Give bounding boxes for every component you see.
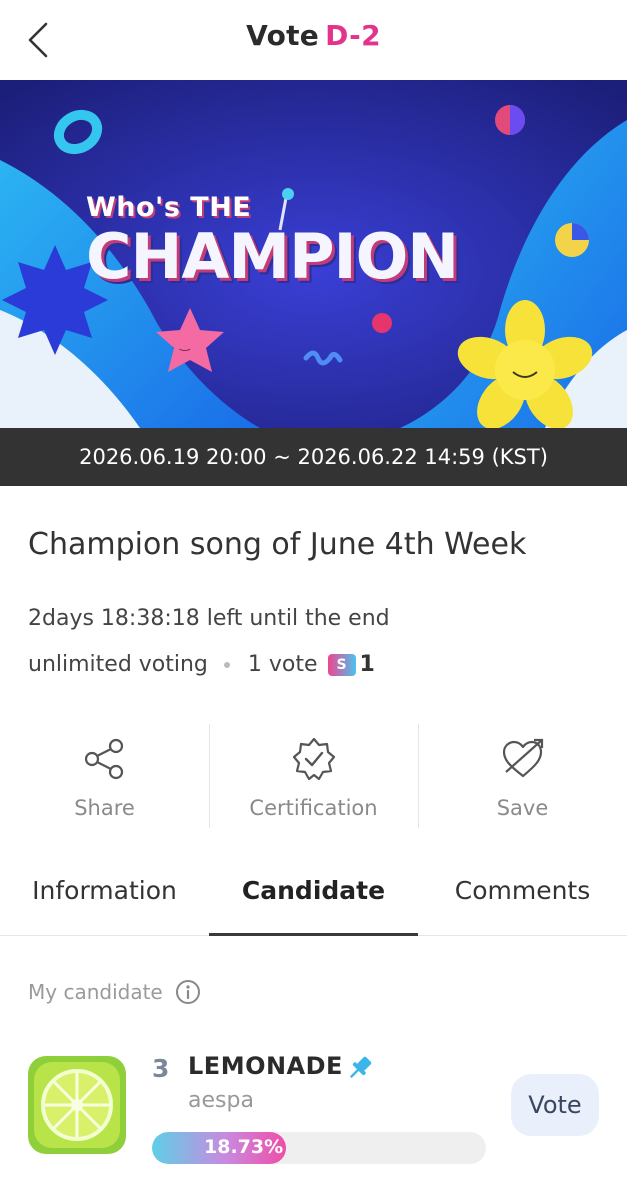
ticket-icon: S [327, 653, 356, 676]
album-cover [28, 1056, 126, 1154]
action-bar: Share Certification Save [0, 722, 627, 830]
vote-button[interactable]: Vote [511, 1074, 599, 1136]
banner-small-title: Who's THE [86, 192, 252, 223]
dday-badge: D-2 [325, 19, 381, 52]
save-button[interactable]: Save [418, 722, 627, 830]
date-range-bar: 2026.06.19 20:00 ~ 2026.06.22 14:59 (KST… [0, 428, 627, 486]
certification-button[interactable]: Certification [209, 722, 418, 830]
candidate-artist: aespa [188, 1088, 254, 1113]
my-candidate-header: My candidate [28, 979, 201, 1005]
per-vote-text: 1 vote [247, 652, 318, 677]
lemon-slice-image [28, 1056, 126, 1154]
candidate-rank: 3 [152, 1054, 170, 1083]
page-title: Vote D-2 [0, 19, 627, 52]
ticket-cost: S 1 [327, 652, 375, 677]
my-candidate-label: My candidate [28, 980, 163, 1004]
time-left-text: 2days 18:38:18 left until the end [28, 606, 390, 631]
page-title-text: Vote [246, 19, 320, 52]
header: Vote D-2 [0, 0, 627, 80]
voting-rules: unlimited voting 1 vote S 1 [28, 652, 375, 677]
vote-page: Vote D-2 ‿ Who's THE CHAMPION 2026.06.19… [0, 0, 627, 1200]
pin-icon [349, 1056, 372, 1079]
vote-progress-bar: 18.73% [152, 1132, 486, 1164]
banner-big-title: CHAMPION [86, 220, 459, 293]
candidate-row: 3 LEMONADE aespa 18.73% Vote [0, 1040, 627, 1180]
share-icon [84, 738, 123, 780]
vote-title: Champion song of June 4th Week [28, 527, 527, 562]
tab-information[interactable]: Information [0, 862, 209, 935]
candidate-song: LEMONADE [188, 1052, 343, 1080]
tab-bar: Information Candidate Comments [0, 862, 627, 936]
certification-label: Certification [249, 796, 378, 820]
save-label: Save [496, 796, 549, 820]
svg-text:‿: ‿ [179, 337, 191, 351]
event-banner: ‿ Who's THE CHAMPION [0, 80, 627, 428]
ticket-count: 1 [359, 652, 375, 677]
vote-percent: 18.73% [204, 1136, 284, 1158]
tab-comments[interactable]: Comments [418, 862, 627, 935]
tab-candidate[interactable]: Candidate [209, 862, 418, 936]
share-button[interactable]: Share [0, 722, 209, 830]
info-icon[interactable] [175, 979, 201, 1005]
voting-type: unlimited voting [28, 652, 208, 677]
share-label: Share [74, 796, 135, 820]
heart-arrow-icon [502, 738, 543, 778]
certification-badge-icon [292, 737, 335, 781]
separator-dot [223, 661, 230, 668]
